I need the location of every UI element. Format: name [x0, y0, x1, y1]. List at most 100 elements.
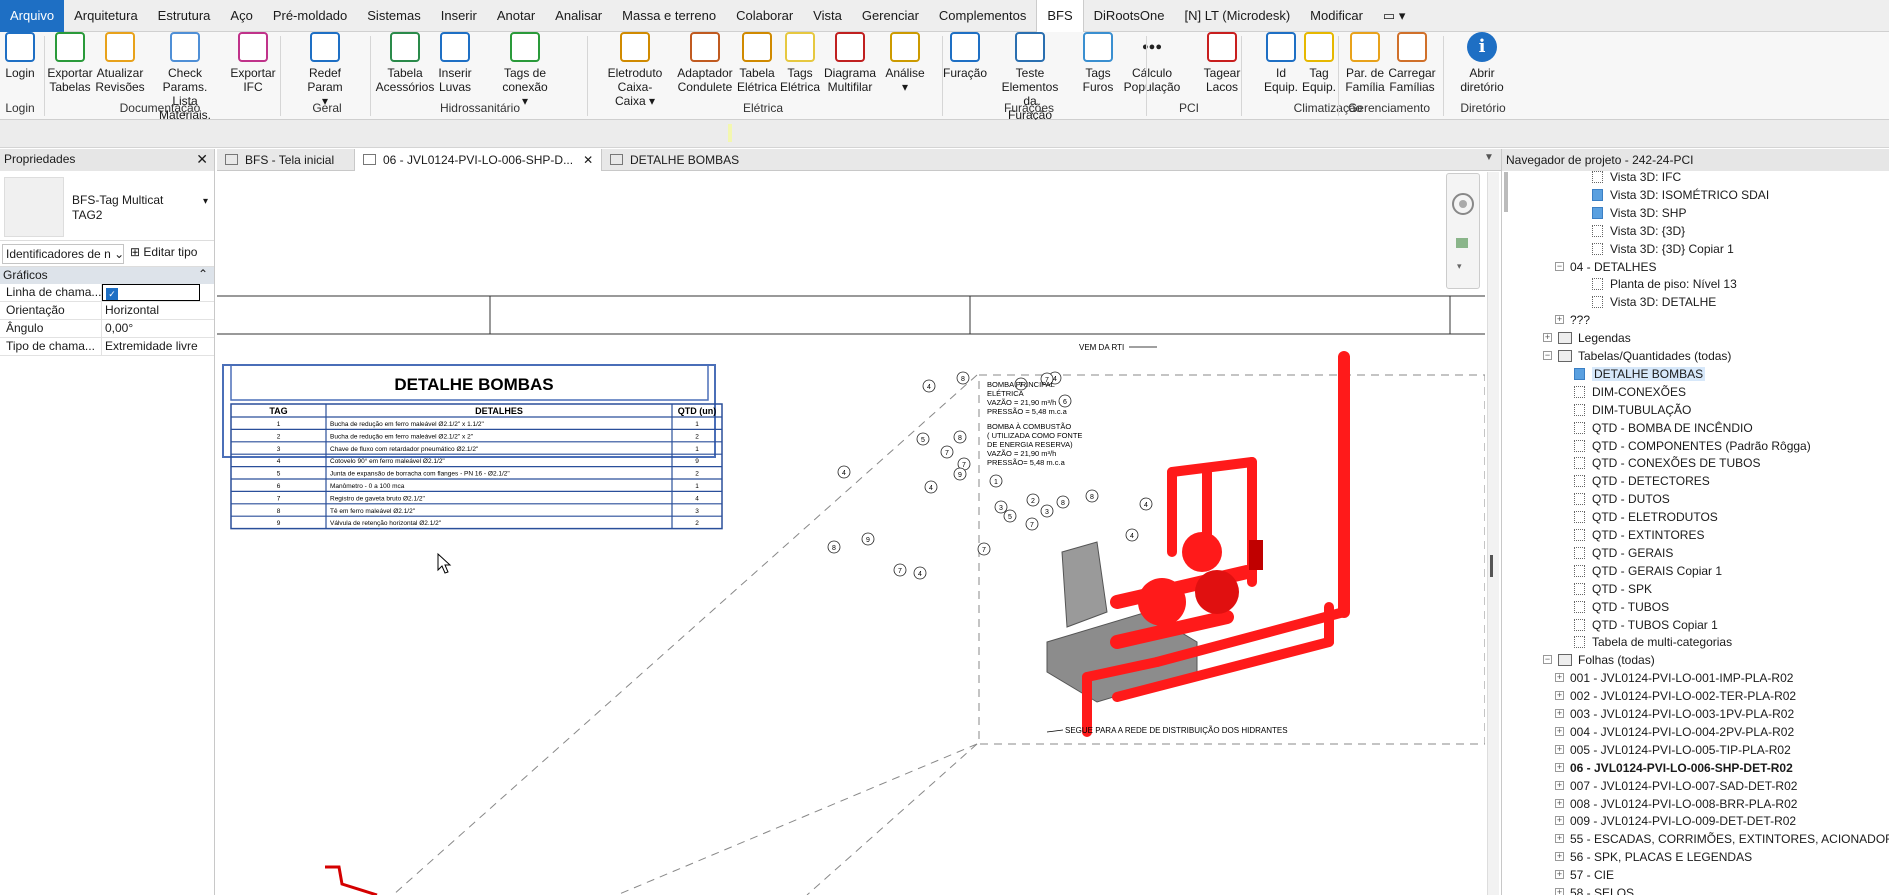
- menu-tab-colaborar[interactable]: Colaborar: [726, 0, 803, 32]
- browser-item[interactable]: 002 - JVL0124-PVI-LO-002-TER-PLA-R02: [1570, 687, 1796, 705]
- property-value[interactable]: 0,00°: [102, 320, 136, 337]
- browser-item[interactable]: DIM-TUBULAÇÃO: [1574, 401, 1691, 419]
- browser-scrollbar[interactable]: [1504, 172, 1508, 212]
- browser-item[interactable]: QTD - BOMBA DE INCÊNDIO: [1574, 419, 1753, 437]
- ribbon-button-tags-de-conex-o-8[interactable]: Tags de conexão ▾: [495, 32, 555, 108]
- expand-icon[interactable]: +: [1555, 762, 1564, 772]
- browser-item[interactable]: QTD - GERAIS: [1574, 544, 1673, 562]
- expand-icon[interactable]: +: [1555, 673, 1564, 683]
- collapse-icon[interactable]: −: [1543, 351, 1552, 360]
- ribbon-button-tagear-lacos-19[interactable]: Tagear Lacos: [1192, 32, 1252, 94]
- browser-item[interactable]: 56 - SPK, PLACAS E LEGENDAS: [1570, 848, 1752, 866]
- menu-tab-pr-moldado[interactable]: Pré-moldado: [263, 0, 357, 32]
- close-tab-icon[interactable]: ✕: [583, 153, 593, 167]
- vertical-scrollbar[interactable]: [1487, 172, 1499, 895]
- browser-item[interactable]: DIM-CONEXÕES: [1574, 383, 1686, 401]
- expand-icon[interactable]: +: [1555, 798, 1564, 808]
- ribbon-button-atualizar-2[interactable]: Atualizar Revisões: [90, 32, 150, 94]
- browser-item[interactable]: QTD - COMPONENTES (Padrão Rôgga): [1574, 437, 1811, 455]
- expand-icon[interactable]: +: [1555, 744, 1564, 754]
- expand-icon[interactable]: +: [1555, 852, 1564, 862]
- ribbon-button-tags-17[interactable]: Tags Furos: [1068, 32, 1128, 94]
- ribbon-button-inserir-7[interactable]: Inserir Luvas: [425, 32, 485, 94]
- browser-item[interactable]: Vista 3D: ISOMÉTRICO SDAI: [1592, 186, 1769, 204]
- browser-item[interactable]: ???: [1570, 311, 1590, 329]
- browser-item[interactable]: Planta de piso: Nível 13: [1592, 275, 1737, 293]
- ribbon-button-carregar-23[interactable]: Carregar Famílias: [1382, 32, 1442, 94]
- browser-item[interactable]: 55 - ESCADAS, CORRIMÕES, EXTINTORES, ACI…: [1570, 830, 1889, 848]
- browser-item[interactable]: 007 - JVL0124-PVI-LO-007-SAD-DET-R02: [1570, 777, 1797, 795]
- browser-item[interactable]: 005 - JVL0124-PVI-LO-005-TIP-PLA-R02: [1570, 741, 1791, 759]
- expand-icon[interactable]: +: [1555, 780, 1564, 790]
- group-graficos[interactable]: Gráficos ⌃: [0, 267, 214, 284]
- type-selector[interactable]: BFS-Tag Multicat TAG2 ▾: [0, 171, 214, 241]
- browser-item[interactable]: DETALHE BOMBAS: [1574, 365, 1706, 383]
- edit-type-button[interactable]: ⊞ Editar tipo: [130, 245, 197, 259]
- browser-item[interactable]: 57 - CIE: [1570, 866, 1614, 884]
- checkbox-icon[interactable]: ✓: [106, 288, 118, 300]
- menu-tab-estrutura[interactable]: Estrutura: [148, 0, 221, 32]
- menu-tab-arquivo[interactable]: Arquivo: [0, 0, 65, 32]
- browser-item[interactable]: Tabela de multi-categorias: [1574, 633, 1732, 651]
- browser-item[interactable]: QTD - SPK: [1574, 580, 1652, 598]
- close-icon[interactable]: ✕: [196, 151, 208, 168]
- pump-detail-viewport[interactable]: 4867745448779135327884497 48 7VEM DA RTIBO…: [827, 343, 1350, 737]
- ribbon-button-eletroduto-9[interactable]: Eletroduto Caixa-Caixa ▾: [605, 32, 665, 108]
- ribbon-button-adaptador-10[interactable]: Adaptador Condulete: [675, 32, 735, 94]
- menu-tab-analisar[interactable]: Analisar: [545, 0, 612, 32]
- ribbon-button-redef-param-5[interactable]: Redef Param ▾: [295, 32, 355, 108]
- menu-tab-vista[interactable]: Vista: [803, 0, 852, 32]
- scroll-thumb[interactable]: [1490, 555, 1493, 577]
- browser-item[interactable]: Vista 3D: {3D} Copiar 1: [1592, 240, 1734, 258]
- property-value[interactable]: ✓: [102, 284, 200, 301]
- chevron-down-icon[interactable]: ▾: [203, 196, 208, 207]
- expand-icon[interactable]: +: [1555, 816, 1564, 826]
- browser-item[interactable]: Legendas: [1558, 329, 1631, 347]
- menu-tab-complementos[interactable]: Complementos: [929, 0, 1036, 32]
- browser-item[interactable]: 004 - JVL0124-PVI-LO-004-2PV-PLA-R02: [1570, 723, 1794, 741]
- view-tab-1[interactable]: 06 - JVL0124-PVI-LO-006-SHP-D... ✕: [354, 149, 603, 171]
- browser-item[interactable]: 008 - JVL0124-PVI-LO-008-BRR-PLA-R02: [1570, 795, 1797, 813]
- browser-item[interactable]: 58 - SELOS: [1570, 884, 1634, 895]
- expand-icon[interactable]: +: [1555, 870, 1564, 880]
- menu-tab-modificar[interactable]: Modificar: [1300, 0, 1373, 32]
- expand-icon[interactable]: +: [1555, 709, 1564, 718]
- expand-icon[interactable]: +: [1555, 315, 1564, 325]
- menu-tab-bfs[interactable]: BFS: [1036, 0, 1084, 32]
- browser-item[interactable]: QTD - CONEXÕES DE TUBOS: [1574, 454, 1760, 472]
- steering-wheel-icon[interactable]: ▾: [1447, 174, 1481, 290]
- property-row[interactable]: Orientação Horizontal: [0, 302, 214, 320]
- drawing-canvas[interactable]: DETALHE BOMBAS TAG DETALHES QTD (un) 1 Bucha …: [217, 172, 1485, 895]
- browser-item[interactable]: QTD - EXTINTORES: [1574, 526, 1704, 544]
- property-value[interactable]: Horizontal: [102, 302, 162, 319]
- menu-tab-gerenciar[interactable]: Gerenciar: [852, 0, 929, 32]
- browser-item[interactable]: QTD - TUBOS Copiar 1: [1574, 616, 1718, 634]
- browser-item[interactable]: QTD - DUTOS: [1574, 490, 1670, 508]
- view-tab-0[interactable]: BFS - Tela inicial: [217, 149, 342, 171]
- menu-tab-anotar[interactable]: Anotar: [487, 0, 545, 32]
- ribbon-button-an-lise-14[interactable]: Análise ▾: [875, 32, 935, 94]
- menu-tab-massa-e-terreno[interactable]: Massa e terreno: [612, 0, 726, 32]
- menu-tab-inserir[interactable]: Inserir: [431, 0, 487, 32]
- browser-item[interactable]: QTD - DETECTORES: [1574, 472, 1710, 490]
- expand-icon[interactable]: +: [1543, 333, 1552, 343]
- browser-item[interactable]: Vista 3D: SHP: [1592, 204, 1686, 222]
- browser-item[interactable]: QTD - TUBOS: [1574, 598, 1669, 616]
- browser-item[interactable]: 04 - DETALHES: [1570, 258, 1656, 276]
- browser-item[interactable]: 003 - JVL0124-PVI-LO-003-1PV-PLA-R02: [1570, 705, 1794, 723]
- menu-tab-arquitetura[interactable]: Arquitetura: [64, 0, 148, 32]
- expand-icon[interactable]: +: [1555, 888, 1564, 895]
- browser-item[interactable]: Folhas (todas): [1558, 651, 1655, 669]
- instance-filter-select[interactable]: Identificadores de n ⌄: [2, 244, 124, 264]
- browser-item[interactable]: Vista 3D: {3D}: [1592, 222, 1685, 240]
- quick-access-dropdown-icon[interactable]: ▭ ▾: [1373, 0, 1415, 32]
- tab-list-dropdown-icon[interactable]: ▼: [1484, 152, 1494, 163]
- property-row[interactable]: Ângulo 0,00°: [0, 320, 214, 338]
- browser-item[interactable]: Vista 3D: IFC: [1592, 168, 1681, 186]
- browser-item[interactable]: Vista 3D: DETALHE: [1592, 293, 1716, 311]
- ribbon-button-exportar-4[interactable]: Exportar IFC: [223, 32, 283, 94]
- ribbon-button-c-lculo-18[interactable]: ●●● Cálculo População: [1122, 32, 1182, 94]
- property-row[interactable]: Tipo de chama... Extremidade livre: [0, 338, 214, 356]
- browser-item[interactable]: 06 - JVL0124-PVI-LO-006-SHP-DET-R02: [1570, 759, 1793, 777]
- ribbon-button-fura-o-15[interactable]: Furação: [935, 32, 995, 80]
